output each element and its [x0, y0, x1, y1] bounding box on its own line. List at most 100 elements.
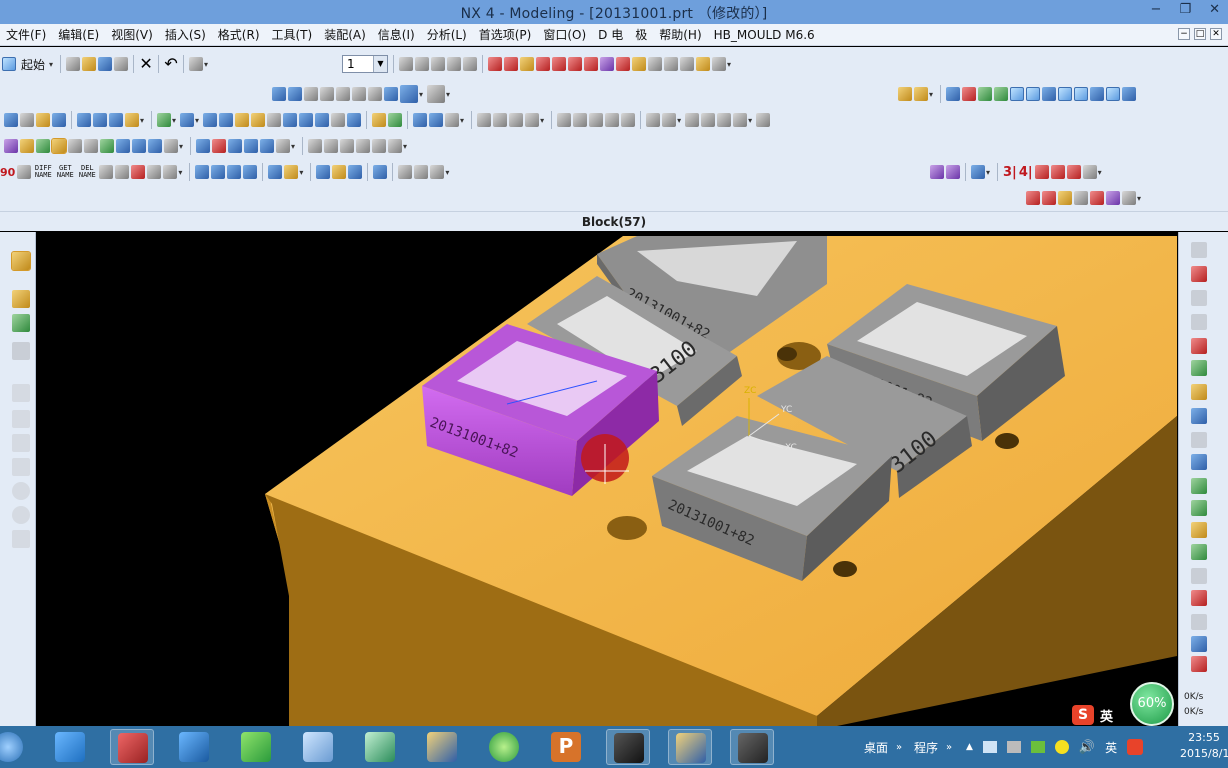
wcs-xaxis-icon[interactable]: [552, 57, 566, 71]
intersect-icon[interactable]: [203, 113, 218, 127]
select-icon[interactable]: [51, 138, 67, 154]
menu-file[interactable]: 文件(F): [0, 26, 52, 43]
sheet-1-icon[interactable]: [195, 165, 210, 179]
sogou-tray-icon[interactable]: [1127, 739, 1144, 755]
new-file-icon[interactable]: [66, 57, 81, 71]
programs-toolbar[interactable]: 程序»: [914, 726, 952, 768]
chevron-down-icon[interactable]: ▾: [49, 60, 53, 69]
taskbar-onedrive[interactable]: [48, 729, 92, 765]
runner-icon[interactable]: [260, 139, 275, 153]
drawing-icon[interactable]: [324, 139, 339, 153]
menu-analysis[interactable]: 分析(L): [421, 26, 473, 43]
move-layer-icon[interactable]: [431, 57, 445, 71]
electrode-base-icon[interactable]: [1066, 165, 1081, 179]
volume-icon[interactable]: 🔊: [1079, 740, 1095, 755]
menu-insert[interactable]: 插入(S): [159, 26, 212, 43]
unite-icon[interactable]: [157, 113, 172, 127]
wcs-origin-icon[interactable]: [488, 57, 502, 71]
trim-body-icon[interactable]: [315, 113, 330, 127]
menu-pole[interactable]: 极: [629, 26, 653, 43]
face-icon[interactable]: [1010, 87, 1025, 101]
menu-assembly[interactable]: 装配(A): [318, 26, 372, 43]
cube-blue-icon[interactable]: [1191, 454, 1207, 470]
stack-icon[interactable]: [268, 165, 283, 179]
cylinder-icon[interactable]: [52, 113, 66, 127]
bom-icon[interactable]: [308, 139, 323, 153]
sheet-3-icon[interactable]: [227, 165, 242, 179]
layer-visible-icon[interactable]: [415, 57, 429, 71]
menu-edit[interactable]: 编辑(E): [52, 26, 105, 43]
face-analysis-icon[interactable]: [525, 113, 540, 127]
family-mold-icon[interactable]: [116, 139, 130, 153]
line-draw-icon[interactable]: [12, 384, 30, 402]
workpiece-icon[interactable]: [68, 139, 82, 153]
sew-icon[interactable]: [1058, 87, 1073, 101]
draft-icon[interactable]: [267, 113, 282, 127]
split-body-icon[interactable]: [331, 113, 346, 127]
sphere-icon[interactable]: [93, 113, 107, 127]
mesh-icon[interactable]: [1042, 87, 1057, 101]
instance-icon[interactable]: [283, 113, 298, 127]
line-angle-icon[interactable]: [12, 410, 30, 428]
standard-part-icon[interactable]: [148, 139, 162, 153]
cone-icon[interactable]: [77, 113, 91, 127]
list-icon[interactable]: [1191, 568, 1207, 584]
parting-icon[interactable]: [20, 139, 34, 153]
nvidia-tray-icon[interactable]: [1030, 741, 1045, 753]
edge-chamfer-icon[interactable]: [235, 113, 250, 127]
wcs-csys-icon[interactable]: [568, 57, 582, 71]
ime-floating-bar[interactable]: S 英: [1072, 704, 1128, 726]
undo-icon[interactable]: ↶: [164, 56, 178, 72]
extend-icon[interactable]: [1090, 87, 1105, 101]
menu-tools[interactable]: 工具(T): [266, 26, 319, 43]
tools-icon[interactable]: [131, 165, 146, 179]
electrode-list-icon[interactable]: [1082, 165, 1097, 179]
project-curve-icon[interactable]: [701, 113, 716, 127]
subtract-icon[interactable]: [180, 113, 195, 127]
panel-icon[interactable]: [1191, 544, 1207, 560]
work-layer-select[interactable]: 1 ▼: [342, 55, 388, 73]
pen-icon[interactable]: [147, 165, 162, 179]
wcs-save-icon[interactable]: [600, 57, 614, 71]
hammer-icon[interactable]: [12, 342, 30, 360]
taskbar-360[interactable]: [482, 729, 526, 765]
taskbar-nx-2[interactable]: [668, 729, 712, 765]
fit-view-icon[interactable]: [272, 87, 286, 101]
spline-icon[interactable]: [662, 113, 677, 127]
taskbar-network[interactable]: [172, 729, 216, 765]
start-icon[interactable]: [2, 57, 16, 71]
palette-icon[interactable]: [12, 314, 30, 332]
wave-icon[interactable]: [414, 165, 429, 179]
eye-icon[interactable]: [115, 165, 130, 179]
bridge-curve-icon[interactable]: [717, 113, 732, 127]
blend-icon[interactable]: [978, 87, 993, 101]
minimize-button[interactable]: −: [1151, 2, 1162, 17]
save-icon[interactable]: [98, 57, 113, 71]
trim-sheet-icon[interactable]: [1074, 87, 1089, 101]
weight-icon[interactable]: [99, 165, 114, 179]
curve-draw-icon[interactable]: [12, 434, 30, 452]
graphics-viewport[interactable]: 20131001+82 3100 20131001+82 3100: [37, 236, 1177, 726]
diff-name-button[interactable]: DIFF NAME: [33, 165, 53, 179]
gate-icon[interactable]: [244, 139, 259, 153]
reuse-library-icon[interactable]: [1191, 338, 1207, 354]
electrode-move-icon[interactable]: [971, 165, 985, 179]
mdi-restore-button[interactable]: □: [1194, 28, 1206, 40]
mirror-icon[interactable]: [299, 113, 314, 127]
start-button[interactable]: [0, 729, 30, 765]
rotate-view-icon[interactable]: [320, 87, 334, 101]
taskbar-nx-1[interactable]: [420, 729, 464, 765]
green-bar-icon[interactable]: [1191, 478, 1207, 494]
wcs-dynamic-icon[interactable]: [520, 57, 534, 71]
clone-icon[interactable]: [398, 165, 413, 179]
shell-icon[interactable]: [251, 113, 266, 127]
delete-face-icon[interactable]: [429, 113, 444, 127]
wcs-icon[interactable]: [463, 57, 477, 71]
sketch-icon[interactable]: [898, 87, 912, 101]
taskbar-mould-app[interactable]: [110, 729, 154, 765]
snap-center-icon[interactable]: [712, 57, 726, 71]
layer-settings-icon[interactable]: [399, 57, 413, 71]
green-stack-icon[interactable]: [1191, 500, 1207, 516]
paint-icon[interactable]: [1106, 191, 1120, 205]
ime-mode-label[interactable]: 英: [1100, 706, 1113, 725]
